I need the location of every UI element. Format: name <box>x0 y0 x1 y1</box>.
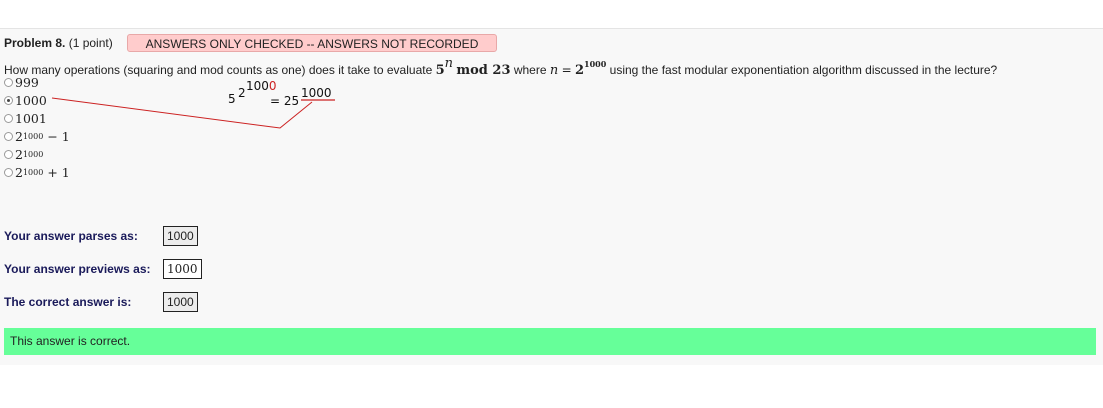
annotation-exp-red-digit: 0 <box>268 79 277 93</box>
feedback-correct-bar: This answer is correct. <box>4 328 1096 355</box>
annotation-base: 5 <box>228 92 236 106</box>
annotation-exp-exp: 1000 <box>246 79 277 93</box>
correct-label: The correct answer is: <box>4 295 132 309</box>
parses-value: 1000 <box>163 226 198 246</box>
annotation-result-exp: 1000 <box>301 86 332 100</box>
annotation-exp-base: 2 <box>238 86 246 100</box>
annotation-equals: = 25 <box>270 94 300 108</box>
correct-value: 1000 <box>163 292 198 312</box>
annotation-exp-digits: 100 <box>246 79 269 93</box>
preview-label: Your answer previews as: <box>4 262 151 276</box>
preview-value: 1000 <box>163 259 202 279</box>
parses-label: Your answer parses as: <box>4 229 138 243</box>
